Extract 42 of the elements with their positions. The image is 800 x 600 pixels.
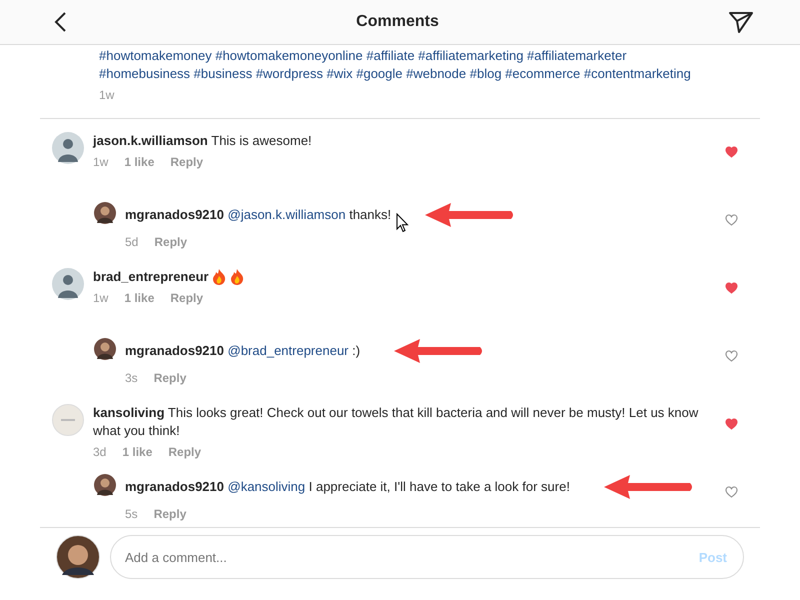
- heart-icon[interactable]: [725, 486, 738, 498]
- comment-time: 5d: [125, 235, 138, 249]
- send-icon[interactable]: [728, 10, 754, 34]
- avatar[interactable]: [56, 535, 100, 579]
- like-count[interactable]: 1 like: [124, 291, 154, 305]
- reply-link[interactable]: Reply: [170, 155, 204, 169]
- avatar[interactable]: [94, 338, 116, 360]
- reply-text: mgranados9210 @kansoliving I appreciate it, I'll have to take a look for sure!: [125, 478, 570, 496]
- comment-time: 3d: [93, 445, 106, 459]
- comment-time: 3s: [125, 371, 138, 385]
- comment-text: brad_entrepreneur: [93, 268, 209, 286]
- heart-icon[interactable]: [725, 214, 738, 226]
- comment-time: 1w: [93, 291, 108, 305]
- post-button[interactable]: Post: [698, 550, 727, 564]
- reply-text: mgranados9210 @brad_entrepreneur :): [125, 342, 360, 360]
- fire-icon: [228, 268, 245, 286]
- like-count[interactable]: 1 like: [124, 155, 154, 169]
- hashtag-line[interactable]: #howtomakemoney #howtomakemoneyonline #affiliate #affiliatemarketing #affiliatemarketer: [99, 47, 760, 65]
- reply-text: mgranados9210 @jason.k.williamson thanks!: [125, 206, 392, 224]
- mouse-cursor-icon: [396, 213, 409, 233]
- comment-time: 1w: [93, 155, 108, 169]
- comment-text: kansoliving This looks great! Check out our towels that kill bacteria and will never be musty! Let us know what you think!: [93, 404, 700, 440]
- comment-text: jason.k.williamson This is awesome!: [93, 132, 312, 150]
- reply-link[interactable]: Reply: [154, 507, 186, 521]
- comment-time: 5s: [125, 507, 138, 521]
- avatar[interactable]: [94, 474, 116, 496]
- back-icon[interactable]: [53, 11, 67, 33]
- reply-link[interactable]: Reply: [154, 235, 188, 249]
- reply-link[interactable]: Reply: [154, 371, 186, 385]
- reply-link[interactable]: Reply: [168, 445, 202, 459]
- heart-icon[interactable]: [725, 418, 738, 430]
- fire-icon: [210, 268, 227, 286]
- comment-time: 1w: [99, 88, 116, 102]
- avatar[interactable]: [94, 202, 116, 224]
- comment-input-field[interactable]: Add a comment... Post: [110, 535, 744, 579]
- hashtag-line[interactable]: #homebusiness #business #wordpress #wix #google #webnode #blog #ecommerce #contentmarketing: [99, 65, 760, 83]
- reply-link[interactable]: Reply: [170, 291, 204, 305]
- heart-icon[interactable]: [725, 350, 738, 362]
- like-count[interactable]: 1 like: [122, 445, 152, 459]
- heart-icon[interactable]: [725, 146, 738, 158]
- window-title: Comments: [356, 13, 439, 31]
- heart-icon[interactable]: [725, 282, 738, 294]
